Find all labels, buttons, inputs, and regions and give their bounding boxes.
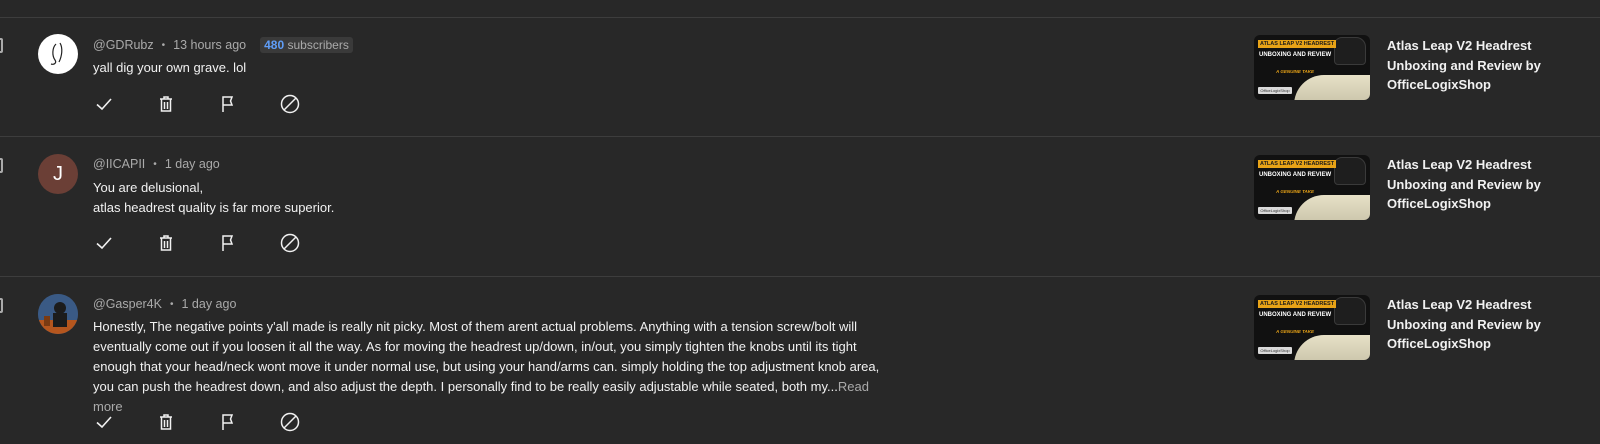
separator-dot: • [169,298,174,310]
comment-line: eventually come out if you loosen it all… [93,339,857,354]
video-title-line: OfficeLogixShop [1387,336,1491,351]
video-title-line: OfficeLogixShop [1387,196,1491,211]
comment-actions [93,232,341,254]
thumbnail-tag: ATLAS LEAP V2 HEADREST [1258,300,1337,308]
remove-button[interactable] [155,411,177,433]
hide-user-button[interactable] [279,411,301,433]
avatar-logo-icon [50,42,63,65]
thumbnail-tag: ATLAS LEAP V2 HEADREST [1258,40,1337,48]
comment-line: atlas headrest quality is far more super… [93,200,335,215]
comment-meta: @GDRubz • 13 hours ago 480 subscribers [93,37,353,53]
comment-line: enough that your head/neck wont move it … [93,359,880,374]
thumbnail-chair [1294,75,1370,100]
thumbnail-subline: A GENUINE TAKE [1276,189,1315,194]
comment-checkbox[interactable] [0,158,3,173]
hide-user-button[interactable] [279,93,301,115]
thumbnail-chair [1294,195,1370,220]
video-title[interactable]: Atlas Leap V2 Headrest Unboxing and Revi… [1387,36,1547,95]
comment-line: yall dig your own grave. lol [93,60,247,75]
report-button[interactable] [217,411,239,433]
comment-meta: @Gasper4K • 1 day ago [93,297,236,311]
comment-line: Honestly, The negative points y'all made… [93,319,858,334]
video-title-line: Unboxing and Review by [1387,57,1541,73]
thumbnail-subline: A GENUINE TAKE [1276,329,1315,334]
author-name[interactable]: @GDRubz [93,38,154,52]
report-button[interactable] [217,93,239,115]
approve-button[interactable] [93,93,115,115]
thumbnail-badge: OfficeLogixShop [1258,207,1292,214]
check-icon [96,416,112,429]
thumbnail-headline: UNBOXING AND REVIEW [1259,172,1332,178]
video-thumbnail[interactable]: ATLAS LEAP V2 HEADREST UNBOXING AND REVI… [1254,35,1370,100]
avatar[interactable] [38,294,78,334]
video-title-line: Unboxing and Review by [1387,176,1541,192]
flag-icon [222,235,234,251]
video-title-line: Atlas Leap V2 Headrest [1387,297,1532,312]
author-name[interactable]: @Gasper4K [93,297,162,311]
subscriber-label: subscribers [284,38,349,52]
video-title-line: Unboxing and Review by [1387,316,1541,332]
subscriber-badge: 480 subscribers [260,37,353,53]
comment-checkbox[interactable] [0,38,3,53]
flag-icon [222,414,234,430]
trash-icon [160,414,172,430]
thumbnail-headline: UNBOXING AND REVIEW [1259,312,1332,318]
thumbnail-headline: UNBOXING AND REVIEW [1259,52,1332,58]
comment-time[interactable]: 1 day ago [165,157,220,171]
report-button[interactable] [217,232,239,254]
separator-dot: • [153,158,157,170]
remove-button[interactable] [155,232,177,254]
row-divider [0,276,1600,277]
thumbnail-headrest [1334,157,1366,185]
block-icon [280,412,300,432]
comment-line-text: you can push the headrest down, and also… [93,379,838,394]
comment-text: Honestly, The negative points y'all made… [93,317,883,417]
avatar[interactable]: J [38,154,78,194]
comment-checkbox[interactable] [0,298,3,313]
row-divider [0,136,1600,137]
block-icon [280,233,300,253]
subscriber-count: 480 [264,38,285,52]
avatar-letter: J [53,162,63,185]
author-name[interactable]: @IICAPII [93,157,145,171]
hide-user-button[interactable] [279,232,301,254]
check-icon [96,98,112,111]
thumbnail-chair [1294,335,1370,360]
separator-dot: • [161,39,166,51]
top-divider [0,17,1600,18]
thumbnail-tag: ATLAS LEAP V2 HEADREST [1258,160,1337,168]
video-title[interactable]: Atlas Leap V2 Headrest Unboxing and Revi… [1387,295,1547,354]
comment-actions [93,411,341,433]
video-thumbnail[interactable]: ATLAS LEAP V2 HEADREST UNBOXING AND REVI… [1254,295,1370,360]
comment-time[interactable]: 13 hours ago [173,38,246,52]
comment-text: You are delusional, atlas headrest quali… [93,178,883,218]
check-icon [96,237,112,250]
approve-button[interactable] [93,232,115,254]
remove-button[interactable] [155,93,177,115]
video-title[interactable]: Atlas Leap V2 Headrest Unboxing and Revi… [1387,155,1547,214]
thumbnail-headrest [1334,297,1366,325]
block-icon [280,94,300,114]
thumbnail-badge: OfficeLogixShop [1258,347,1292,354]
video-title-line: Atlas Leap V2 Headrest [1387,157,1532,172]
comment-meta: @IICAPII • 1 day ago [93,157,220,171]
video-title-line: Atlas Leap V2 Headrest [1387,38,1532,53]
comment-actions [93,93,341,115]
thumbnail-badge: OfficeLogixShop [1258,87,1292,94]
video-thumbnail[interactable]: ATLAS LEAP V2 HEADREST UNBOXING AND REVI… [1254,155,1370,220]
flag-icon [222,96,234,112]
comment-text: yall dig your own grave. lol [93,58,883,78]
comment-time[interactable]: 1 day ago [182,297,237,311]
trash-icon [160,96,172,112]
video-title-line: OfficeLogixShop [1387,77,1491,92]
thumbnail-headrest [1334,37,1366,65]
comment-line: You are delusional, [93,180,204,195]
avatar-photo-icon [38,294,78,334]
approve-button[interactable] [93,411,115,433]
thumbnail-subline: A GENUINE TAKE [1276,69,1315,74]
avatar[interactable] [38,34,78,74]
trash-icon [160,235,172,251]
